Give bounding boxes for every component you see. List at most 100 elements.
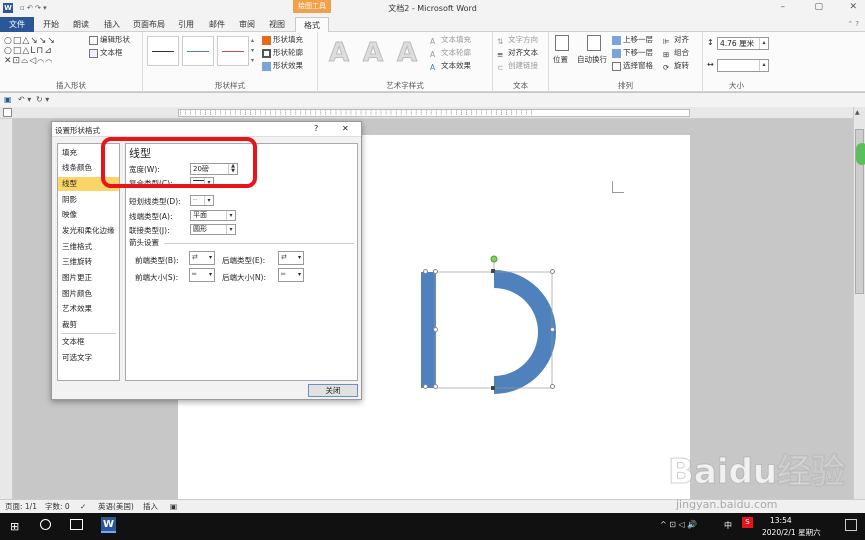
vertical-scrollbar[interactable]: ▲ (853, 107, 865, 499)
scroll-up-icon[interactable]: ▲ (855, 109, 860, 116)
tab-format[interactable]: 格式 (295, 17, 329, 32)
ime-indicator[interactable]: 中 (724, 520, 732, 531)
group-button[interactable]: ⊞ 组合 (663, 47, 689, 59)
tab-references[interactable]: 引用 (173, 17, 199, 32)
end-size-dropdown[interactable]: ═ ▾ (278, 268, 304, 282)
wrap-text-button[interactable]: 自动换行 (577, 54, 607, 65)
tray-icons[interactable]: ^ ⊡ ◁ 🔊 (660, 520, 697, 529)
clock-time[interactable]: 13:54 (770, 516, 792, 525)
maximize-icon[interactable]: ▢ (814, 2, 823, 12)
align-button[interactable]: ⊫ 对齐 (663, 34, 689, 46)
send-backward-button[interactable]: 下移一层 (612, 47, 653, 58)
position-button[interactable]: 位置 (553, 54, 568, 65)
cap-type-dropdown[interactable]: 平面 ▾ (190, 210, 236, 221)
category-picture-color[interactable]: 图片颜色 (58, 287, 119, 301)
text-direction-button[interactable]: ⇅ 文字方向 (497, 34, 538, 46)
category-artistic-effects[interactable]: 艺术效果 (58, 302, 119, 316)
begin-size-dropdown[interactable]: ═ ▾ (189, 268, 215, 282)
shape-outline-button[interactable]: 形状轮廓 (262, 47, 303, 58)
text-effects-button[interactable]: A 文本效果 (430, 60, 471, 72)
macro-icon[interactable]: ▣ (170, 501, 177, 513)
tab-insert[interactable]: 插入 (99, 17, 125, 32)
category-alt-text[interactable]: 可选文字 (58, 351, 119, 365)
resize-handle-tl-left[interactable] (423, 269, 428, 274)
resize-handle-tl[interactable] (433, 269, 438, 274)
end-type-dropdown[interactable]: ⇄ ▾ (278, 251, 304, 265)
proofing-icon[interactable]: ✓ (80, 501, 86, 513)
category-3d-rotation[interactable]: 三维旋转 (58, 255, 119, 269)
join-type-dropdown[interactable]: 圆形 ▾ (190, 224, 236, 235)
adjust-handle-bottom[interactable] (491, 386, 495, 390)
category-crop[interactable]: 裁剪 (58, 318, 119, 332)
tab-mailings[interactable]: 邮件 (204, 17, 230, 32)
shape-effects-button[interactable]: 形状效果 (262, 60, 303, 71)
category-3d-format[interactable]: 三维格式 (58, 240, 119, 254)
resize-handle-mr[interactable] (550, 327, 555, 332)
category-text-box[interactable]: 文本框 (58, 335, 119, 349)
minimize-icon[interactable]: – (781, 2, 786, 12)
undo-icon[interactable]: ↶ ▾ (18, 95, 31, 104)
tab-file[interactable]: 文件 (0, 17, 34, 32)
status-language[interactable]: 英语(美国) (98, 501, 134, 513)
status-words[interactable]: 字数: 0 (45, 501, 70, 513)
vertical-ruler[interactable] (0, 119, 13, 499)
dialog-help-icon[interactable]: ? (314, 124, 318, 133)
dialog-title-bar[interactable]: 设置形状格式 ? ✕ (52, 122, 361, 137)
text-box-button[interactable]: 文本框 (89, 47, 123, 58)
status-insert-mode[interactable]: 插入 (143, 501, 158, 513)
resize-handle-br[interactable] (550, 384, 555, 389)
styles-scroll-icon[interactable]: ▴ ▾ ▾ (251, 36, 254, 66)
shapes-gallery[interactable]: ○□△↘↘↘ ○□△ᒪ⊓⊿ ✕⊡⌓◁⌒⌒ (4, 36, 84, 66)
bring-forward-button[interactable]: 上移一层 (612, 34, 653, 45)
tab-selector-icon[interactable] (3, 108, 12, 117)
rotation-handle[interactable] (490, 255, 498, 263)
create-link-button[interactable]: ⊂ 创建链接 (497, 60, 538, 72)
wordart-style-2[interactable]: A (358, 36, 388, 70)
selection-pane-button[interactable]: 选择窗格 (612, 60, 653, 71)
dialog-close-button[interactable]: 关闭 (308, 384, 358, 397)
horizontal-ruler[interactable]: ┆┆┆┆┆┆┆┆┆┆┆┆┆┆┆┆┆┆┆┆┆┆┆┆┆┆┆┆┆┆┆┆┆┆┆┆┆┆┆┆… (0, 107, 865, 119)
word-taskbar-icon[interactable]: W (101, 517, 116, 533)
close-window-icon[interactable]: ✕ (849, 2, 857, 12)
save-icon[interactable]: ▣ (4, 95, 12, 104)
resize-handle-ml[interactable] (433, 327, 438, 332)
align-text-button[interactable]: ≡ 对齐文本 (497, 47, 538, 59)
shape-style-1[interactable] (147, 36, 179, 66)
dialog-close-icon[interactable]: ✕ (342, 124, 349, 133)
edit-shape-button[interactable]: 编辑形状 (89, 34, 130, 45)
wordart-style-3[interactable]: A (392, 36, 422, 70)
adjust-handle-top[interactable] (491, 269, 495, 273)
redo-icon[interactable]: ↻ ▾ (36, 95, 49, 104)
rotate-button[interactable]: ⟳ 旋转 (663, 60, 689, 72)
notification-icon[interactable] (845, 519, 857, 531)
category-glow-soft-edges[interactable]: 发光和柔化边缘 (58, 224, 119, 238)
tab-view[interactable]: 视图 (264, 17, 290, 32)
category-picture-corrections[interactable]: 图片更正 (58, 271, 119, 285)
category-reflection[interactable]: 映像 (58, 208, 119, 222)
side-float-widget[interactable] (856, 143, 865, 165)
wordart-style-1[interactable]: A (324, 36, 354, 70)
status-page[interactable]: 页面: 1/1 (5, 501, 37, 513)
resize-handle-tr[interactable] (550, 269, 555, 274)
windows-start-icon[interactable]: ⊞ (10, 520, 19, 533)
half-ring-shape[interactable] (494, 270, 556, 394)
category-shadow[interactable]: 阴影 (58, 193, 119, 207)
ribbon-collapse-icon[interactable]: ⌃ ? (847, 20, 859, 28)
shape-style-2[interactable] (182, 36, 214, 66)
resize-handle-bl[interactable] (433, 384, 438, 389)
resize-handle-bl-left[interactable] (423, 384, 428, 389)
shape-style-3[interactable] (217, 36, 249, 66)
shape-width-input[interactable]: ▴ (717, 59, 769, 72)
sogou-ime-icon[interactable]: S (742, 517, 753, 528)
begin-type-dropdown[interactable]: ⇄ ▾ (189, 251, 215, 265)
task-view-icon[interactable] (70, 519, 83, 530)
clock-date[interactable]: 2020/2/1 星期六 (762, 527, 821, 538)
text-outline-button[interactable]: A 文本轮廓 (430, 47, 471, 59)
shape-height-input[interactable]: 4.76 厘米 ▴ (717, 37, 769, 50)
tab-read-aloud[interactable]: 朗读 (68, 17, 94, 32)
tab-page-layout[interactable]: 页面布局 (129, 17, 169, 32)
search-icon[interactable] (40, 519, 51, 530)
text-fill-button[interactable]: A 文本填充 (430, 34, 471, 46)
tab-review[interactable]: 审阅 (234, 17, 260, 32)
tab-home[interactable]: 开始 (38, 17, 64, 32)
